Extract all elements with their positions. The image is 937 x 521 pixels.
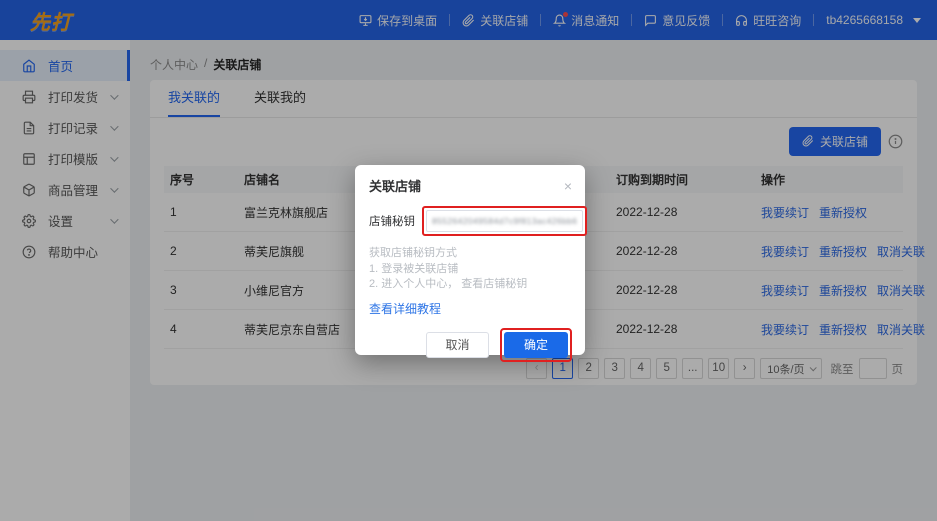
link-shop-modal: 关联店铺 × 店铺秘钥 8552642049584d7c9f813ac426bb… <box>355 165 585 355</box>
modal-body: 店铺秘钥 8552642049584d7c9f813ac426bb6 获取店铺秘… <box>355 203 585 362</box>
confirm-button[interactable]: 确定 <box>504 332 568 358</box>
secret-help-text: 获取店铺秘钥方式 1. 登录被关联店铺 2. 进入个人中心， 查看店铺秘钥 <box>369 246 577 293</box>
secret-key-input[interactable]: 8552642049584d7c9f813ac426bb6 <box>426 210 583 232</box>
view-tutorial-link[interactable]: 查看详细教程 <box>369 300 577 317</box>
annotation-highlight-input: 8552642049584d7c9f813ac426bb6 <box>422 206 587 236</box>
cancel-button[interactable]: 取消 <box>426 332 489 358</box>
modal-footer: 取消 确定 <box>369 328 577 362</box>
help-step-2: 2. 进入个人中心， 查看店铺秘钥 <box>369 277 577 293</box>
annotation-highlight-confirm: 确定 <box>500 328 572 362</box>
help-title: 获取店铺秘钥方式 <box>369 246 577 262</box>
help-step-1: 1. 登录被关联店铺 <box>369 262 577 278</box>
secret-field-label: 店铺秘钥 <box>369 213 415 229</box>
modal-header: 关联店铺 × <box>355 165 585 203</box>
secret-key-value: 8552642049584d7c9f813ac426bb6 <box>432 216 577 226</box>
modal-title: 关联店铺 <box>369 176 421 195</box>
close-icon[interactable]: × <box>564 179 572 193</box>
secret-field-row: 店铺秘钥 8552642049584d7c9f813ac426bb6 <box>369 206 577 236</box>
